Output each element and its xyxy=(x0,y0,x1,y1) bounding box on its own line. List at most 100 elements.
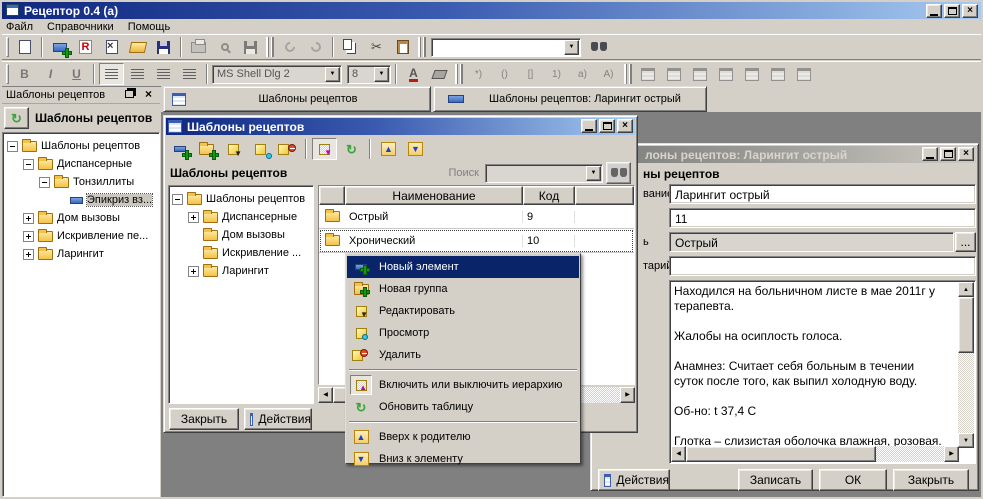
scroll-left-icon[interactable]: ◀ xyxy=(671,446,686,462)
menu-item-label[interactable]: Вниз к элементу xyxy=(379,453,463,465)
toolbar-combo[interactable]: ▼ xyxy=(431,38,581,57)
template-body-textarea[interactable]: Находился на больничном листе в мае 2011… xyxy=(669,280,976,464)
tree-item-selected[interactable]: Эпикриз вз... xyxy=(3,191,159,209)
close-button[interactable]: × xyxy=(958,147,974,161)
menu-item-view[interactable]: Просмотр xyxy=(347,322,579,344)
minimize-button[interactable] xyxy=(581,119,597,133)
down-to-element-button[interactable]: ▼ xyxy=(403,138,428,160)
table-row[interactable]: Острый 9 xyxy=(319,205,634,229)
save-record-button[interactable]: Записать xyxy=(738,469,813,491)
expand-icon[interactable] xyxy=(188,212,199,223)
cell-name[interactable]: Хронический xyxy=(345,235,523,247)
scroll-up-icon[interactable]: ▲ xyxy=(958,282,974,297)
cell-name[interactable]: Острый xyxy=(345,211,523,223)
collapse-icon[interactable] xyxy=(39,177,50,188)
minimize-button[interactable] xyxy=(922,147,938,161)
italic-button[interactable]: I xyxy=(38,63,63,85)
tree-item[interactable]: Дом вызовы xyxy=(169,226,313,244)
align-justify-button[interactable] xyxy=(177,63,202,85)
dropdown-icon[interactable]: ▼ xyxy=(586,166,601,181)
save-button[interactable] xyxy=(151,36,176,58)
toolbar-gripper[interactable] xyxy=(624,64,632,84)
paste-button[interactable] xyxy=(390,36,415,58)
tab-label[interactable]: Шаблоны рецептов xyxy=(258,93,357,105)
scroll-down-icon[interactable]: ▼ xyxy=(958,433,974,448)
menu-item-label[interactable]: Новый элемент xyxy=(379,261,459,273)
tree-item-label[interactable]: Шаблоны рецептов xyxy=(206,193,305,205)
scroll-right-icon[interactable]: ▶ xyxy=(944,446,959,462)
cell-code[interactable]: 10 xyxy=(523,235,575,247)
collapse-icon[interactable] xyxy=(172,194,183,205)
scrollbar-thumb[interactable] xyxy=(958,297,974,353)
tree-item[interactable]: Ларингит xyxy=(3,245,159,263)
menu-item-label[interactable]: Обновить таблицу xyxy=(379,401,473,413)
parent-field[interactable]: Острый xyxy=(669,232,954,252)
vertical-scrollbar[interactable]: ▲ ▼ xyxy=(958,282,974,448)
expand-icon[interactable] xyxy=(23,249,34,260)
cut-button[interactable]: ✂ xyxy=(364,36,389,58)
align-center-button[interactable] xyxy=(125,63,150,85)
window1-titlebar[interactable]: Шаблоны рецептов × xyxy=(166,118,635,135)
ok-button[interactable]: ОК xyxy=(819,469,887,491)
tab-laryngitis[interactable]: Шаблоны рецептов: Ларингит острый xyxy=(433,86,707,112)
tree-item[interactable]: Ларингит xyxy=(169,262,313,280)
tree-item-label[interactable]: Искривление ... xyxy=(222,247,301,259)
expand-icon[interactable] xyxy=(23,213,34,224)
float-panel-icon[interactable] xyxy=(125,90,134,98)
tab-templates[interactable]: Шаблоны рецептов xyxy=(163,86,431,112)
minimize-button[interactable] xyxy=(926,4,942,18)
menu-item-down-to-element[interactable]: ▼ Вниз к элементу xyxy=(347,448,579,470)
up-to-parent-button[interactable]: ▲ xyxy=(376,138,401,160)
highlight-color-button[interactable] xyxy=(427,63,452,85)
font-name-combo[interactable]: MS Shell Dlg 2 ▼ xyxy=(212,65,342,84)
menu-item-edit[interactable]: ▼ Редактировать xyxy=(347,300,579,322)
search-button[interactable] xyxy=(606,162,631,184)
hierarchy-toggle-button[interactable]: ▼ xyxy=(312,138,337,160)
menu-item-new-element[interactable]: Новый элемент xyxy=(347,256,579,278)
tree-item-label[interactable]: Искривление пе... xyxy=(57,230,148,242)
refresh-button[interactable]: ↻ xyxy=(4,107,29,129)
close-window-button[interactable]: Закрыть xyxy=(893,469,969,491)
close-button[interactable]: × xyxy=(617,119,633,133)
refresh-table-button[interactable]: ↻ xyxy=(339,138,364,160)
menu-item-up-to-parent[interactable]: ▲ Вверх к родителю xyxy=(347,426,579,448)
underline-button[interactable]: U xyxy=(64,63,89,85)
font-color-button[interactable]: A xyxy=(401,63,426,85)
code-field[interactable]: 11 xyxy=(669,208,976,228)
dropdown-icon[interactable]: ▼ xyxy=(374,67,389,82)
html-new-button[interactable] xyxy=(47,36,72,58)
name-field[interactable]: Ларингит острый xyxy=(669,184,976,204)
menu-item-label[interactable]: Редактировать xyxy=(379,305,455,317)
find-button[interactable] xyxy=(586,36,611,58)
new-group-button[interactable] xyxy=(194,138,219,160)
menu-item-label[interactable]: Вверх к родителю xyxy=(379,431,471,443)
tree-item-label[interactable]: Шаблоны рецептов xyxy=(41,140,140,152)
menu-item-label[interactable]: Удалить xyxy=(379,349,421,361)
menu-item-label[interactable]: Новая группа xyxy=(379,283,447,295)
maximize-button[interactable] xyxy=(599,119,615,133)
bold-button[interactable]: B xyxy=(12,63,37,85)
tree-item[interactable]: Искривление ... xyxy=(169,244,313,262)
table-row-selected[interactable]: Хронический 10 xyxy=(319,229,634,253)
actions-button[interactable]: Действия xyxy=(598,469,670,491)
column-header-name[interactable]: Наименование xyxy=(345,186,523,205)
maximize-button[interactable] xyxy=(944,4,960,18)
delete-button[interactable] xyxy=(275,138,300,160)
horizontal-scrollbar[interactable]: ◀ ▶ xyxy=(671,446,959,462)
tree-item[interactable]: Шаблоны рецептов xyxy=(3,137,159,155)
scroll-right-icon[interactable]: ▶ xyxy=(620,387,635,403)
report-button[interactable]: R xyxy=(73,36,98,58)
tree-item-label[interactable]: Эпикриз вз... xyxy=(87,194,152,206)
tree-item-label[interactable]: Дом вызовы xyxy=(222,229,285,241)
parent-browse-button[interactable]: ... xyxy=(955,232,976,252)
new-element-button[interactable] xyxy=(167,138,192,160)
menu-file[interactable]: Файл xyxy=(6,21,33,33)
menu-item-label[interactable]: Просмотр xyxy=(379,327,429,339)
tab-label[interactable]: Шаблоны рецептов: Ларингит острый xyxy=(489,93,681,105)
expand-icon[interactable] xyxy=(188,266,199,277)
new-document-button[interactable] xyxy=(12,36,37,58)
font-size-combo[interactable]: 8 ▼ xyxy=(347,65,391,84)
dropdown-icon[interactable]: ▼ xyxy=(564,40,579,55)
tree-item-label[interactable]: Диспансерные xyxy=(57,158,132,170)
tree-item-label[interactable]: Ларингит xyxy=(57,248,104,260)
